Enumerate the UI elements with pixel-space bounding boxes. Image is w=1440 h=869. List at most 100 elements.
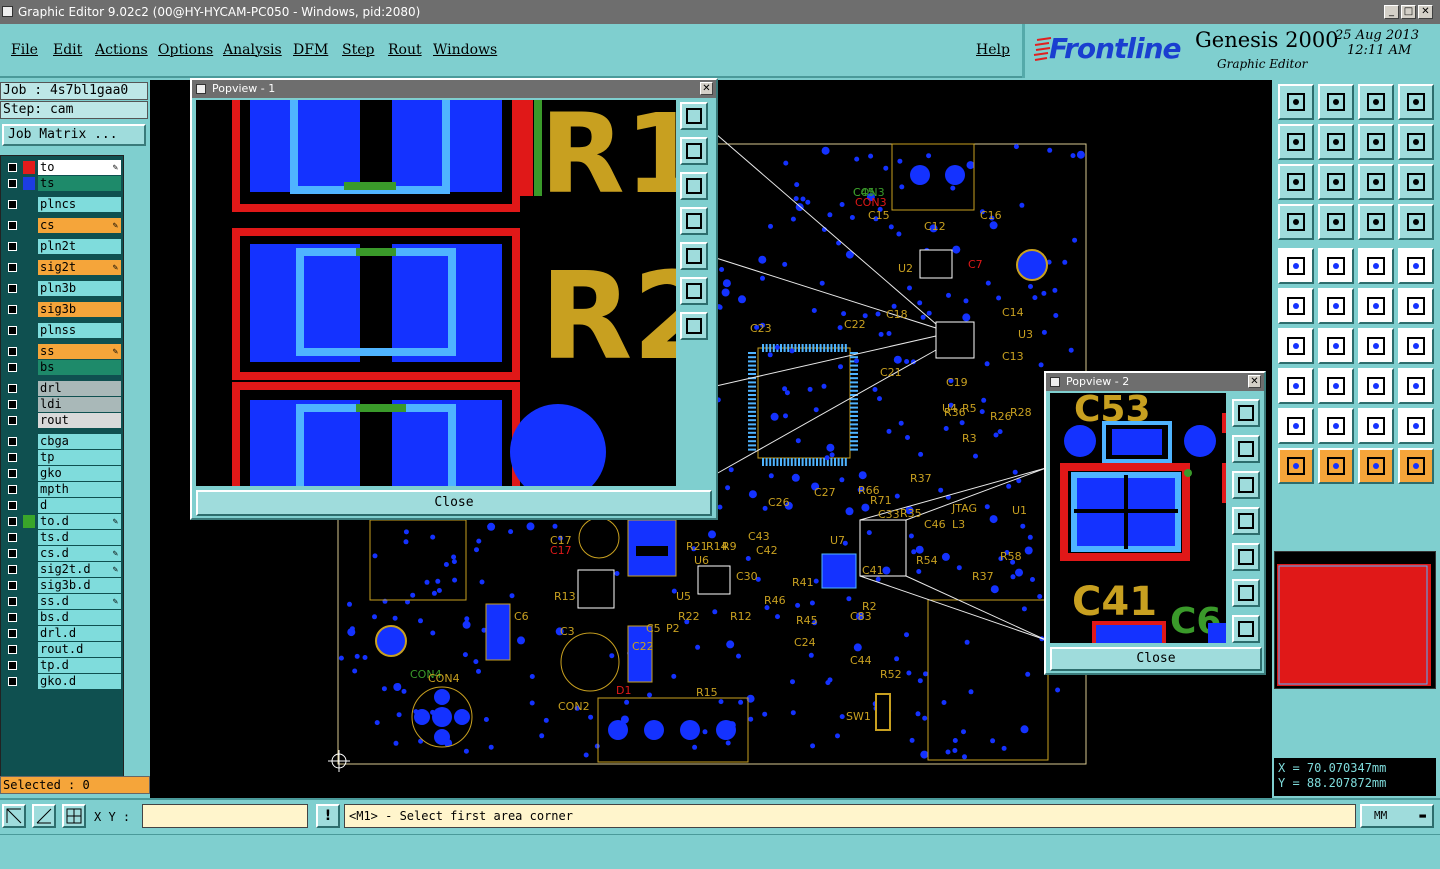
layer-checkbox[interactable]: [8, 242, 17, 251]
layer-checkbox[interactable]: [8, 645, 17, 654]
layer-color-swatch[interactable]: [23, 515, 35, 528]
layer-row-cs[interactable]: cs ✎: [3, 218, 121, 233]
menu-step[interactable]: Step: [342, 42, 374, 58]
popview-1-tool-1-icon[interactable]: [680, 102, 708, 130]
popview-1-tool-6-icon[interactable]: [680, 277, 708, 305]
popview-2-tool-3-icon[interactable]: [1232, 471, 1260, 499]
layer-name[interactable]: plnss: [38, 323, 121, 338]
layer-name[interactable]: gko: [38, 466, 121, 481]
layer-row-d[interactable]: d: [3, 498, 121, 513]
layer-checkbox[interactable]: [8, 485, 17, 494]
layer-row-ldi[interactable]: ldi: [3, 397, 121, 412]
group-icon[interactable]: [1398, 368, 1434, 404]
layer-checkbox[interactable]: [8, 549, 17, 558]
line-icon[interactable]: [1318, 248, 1354, 284]
menu-dfm[interactable]: DFM: [293, 42, 328, 58]
layer-name[interactable]: rout.d: [38, 642, 121, 657]
minimize-button[interactable]: _: [1384, 5, 1399, 19]
triangle-icon[interactable]: [1278, 408, 1314, 444]
layer-name[interactable]: bs: [38, 360, 121, 375]
layer-checkbox[interactable]: [8, 533, 17, 542]
layer-checkbox[interactable]: [8, 400, 17, 409]
job-matrix-button[interactable]: Job Matrix ...: [2, 124, 146, 146]
layer-checkbox[interactable]: [8, 661, 17, 670]
layer-row-mpth[interactable]: mpth: [3, 482, 121, 497]
menu-actions[interactable]: Actions: [95, 42, 148, 58]
layer-checkbox[interactable]: [8, 517, 17, 526]
layer-checkbox[interactable]: [8, 469, 17, 478]
split-icon[interactable]: [1398, 328, 1434, 364]
layer-name[interactable]: pln3b: [38, 281, 121, 296]
layer-row-drl[interactable]: drl: [3, 381, 121, 396]
rotate-icon[interactable]: [1358, 448, 1394, 484]
menu-edit[interactable]: Edit: [53, 42, 82, 58]
layer-row-ts-d[interactable]: ts.d: [3, 530, 121, 545]
net-icon[interactable]: [1358, 288, 1394, 324]
angle-icon[interactable]: [1278, 328, 1314, 364]
layer-checkbox[interactable]: [8, 263, 17, 272]
one-to-one-icon[interactable]: [1358, 124, 1394, 160]
layer-row-bs-d[interactable]: bs.d: [3, 610, 121, 625]
popview-1-tool-2-icon[interactable]: [680, 137, 708, 165]
layer-row-rout-d[interactable]: rout.d: [3, 642, 121, 657]
layer-checkbox[interactable]: [8, 179, 17, 188]
close-window-button[interactable]: ✕: [1418, 5, 1433, 19]
layer-row-pln3b[interactable]: pln3b: [3, 281, 121, 296]
layer-checkbox[interactable]: [8, 629, 17, 638]
layer-checkbox[interactable]: [8, 326, 17, 335]
zoom-fit-icon[interactable]: [1278, 164, 1314, 200]
layer-row-pln2t[interactable]: pln2t: [3, 239, 121, 254]
layer-name[interactable]: drl.d: [38, 626, 121, 641]
route-icon[interactable]: [1398, 448, 1434, 484]
arc-icon[interactable]: [1358, 328, 1394, 364]
layer-checkbox[interactable]: [8, 363, 17, 372]
layer-row-ts[interactable]: ts: [3, 176, 121, 191]
layer-row-ss[interactable]: ss ✎: [3, 344, 121, 359]
layer-name[interactable]: pln2t: [38, 239, 121, 254]
layer-checkbox[interactable]: [8, 384, 17, 393]
xy-input[interactable]: [142, 804, 308, 828]
layer-color-swatch[interactable]: [23, 161, 35, 174]
popview-1-tool-3-icon[interactable]: [680, 172, 708, 200]
menu-windows[interactable]: Windows: [433, 42, 497, 58]
popview-2-tool-4-icon[interactable]: [1232, 507, 1260, 535]
popview-1-tool-4-icon[interactable]: [680, 207, 708, 235]
layer-checkbox[interactable]: [8, 221, 17, 230]
shape-icon[interactable]: [1398, 408, 1434, 444]
layer-name[interactable]: ts: [38, 176, 121, 191]
layer-row-cs-d[interactable]: cs.d ✎: [3, 546, 121, 561]
layer-name[interactable]: rout: [38, 413, 121, 428]
layer-checkbox[interactable]: [8, 347, 17, 356]
layer-name[interactable]: cs ✎: [38, 218, 121, 233]
popview-2-tool-7-icon[interactable]: [1232, 615, 1260, 643]
layer-checkbox[interactable]: [8, 581, 17, 590]
pad-icon[interactable]: [1278, 248, 1314, 284]
layer-row-cbga[interactable]: cbga: [3, 434, 121, 449]
popview-1-tool-7-icon[interactable]: [680, 312, 708, 340]
cross-icon[interactable]: [1318, 288, 1354, 324]
layer-name[interactable]: mpth: [38, 482, 121, 497]
layer-name[interactable]: to.d ✎: [38, 514, 121, 529]
zoom-xy-icon[interactable]: [1398, 84, 1434, 120]
layer-checkbox[interactable]: [8, 453, 17, 462]
arrow-up-icon[interactable]: [1318, 408, 1354, 444]
layer-row-bs[interactable]: bs: [3, 360, 121, 375]
unit-select[interactable]: MM ▬: [1360, 804, 1434, 828]
popview-2-close-button[interactable]: Close: [1050, 647, 1262, 671]
connect-icon[interactable]: [1398, 288, 1434, 324]
layer-checkbox[interactable]: [8, 305, 17, 314]
zoom-area-icon[interactable]: [1318, 164, 1354, 200]
layer-row-tp[interactable]: tp: [3, 450, 121, 465]
circle-icon[interactable]: [1398, 248, 1434, 284]
layer-name[interactable]: cs.d ✎: [38, 546, 121, 561]
layer-name[interactable]: ts.d: [38, 530, 121, 545]
layer-row-gko[interactable]: gko: [3, 466, 121, 481]
layer-checkbox[interactable]: [8, 677, 17, 686]
pan-left-icon[interactable]: [1278, 124, 1314, 160]
layer-name[interactable]: to ✎: [38, 160, 121, 175]
home-icon[interactable]: [1358, 84, 1394, 120]
layer-checkbox[interactable]: [8, 284, 17, 293]
popview-1-close-button[interactable]: Close: [196, 490, 712, 516]
overview-map[interactable]: [1274, 551, 1436, 689]
layer-name[interactable]: tp.d: [38, 658, 121, 673]
